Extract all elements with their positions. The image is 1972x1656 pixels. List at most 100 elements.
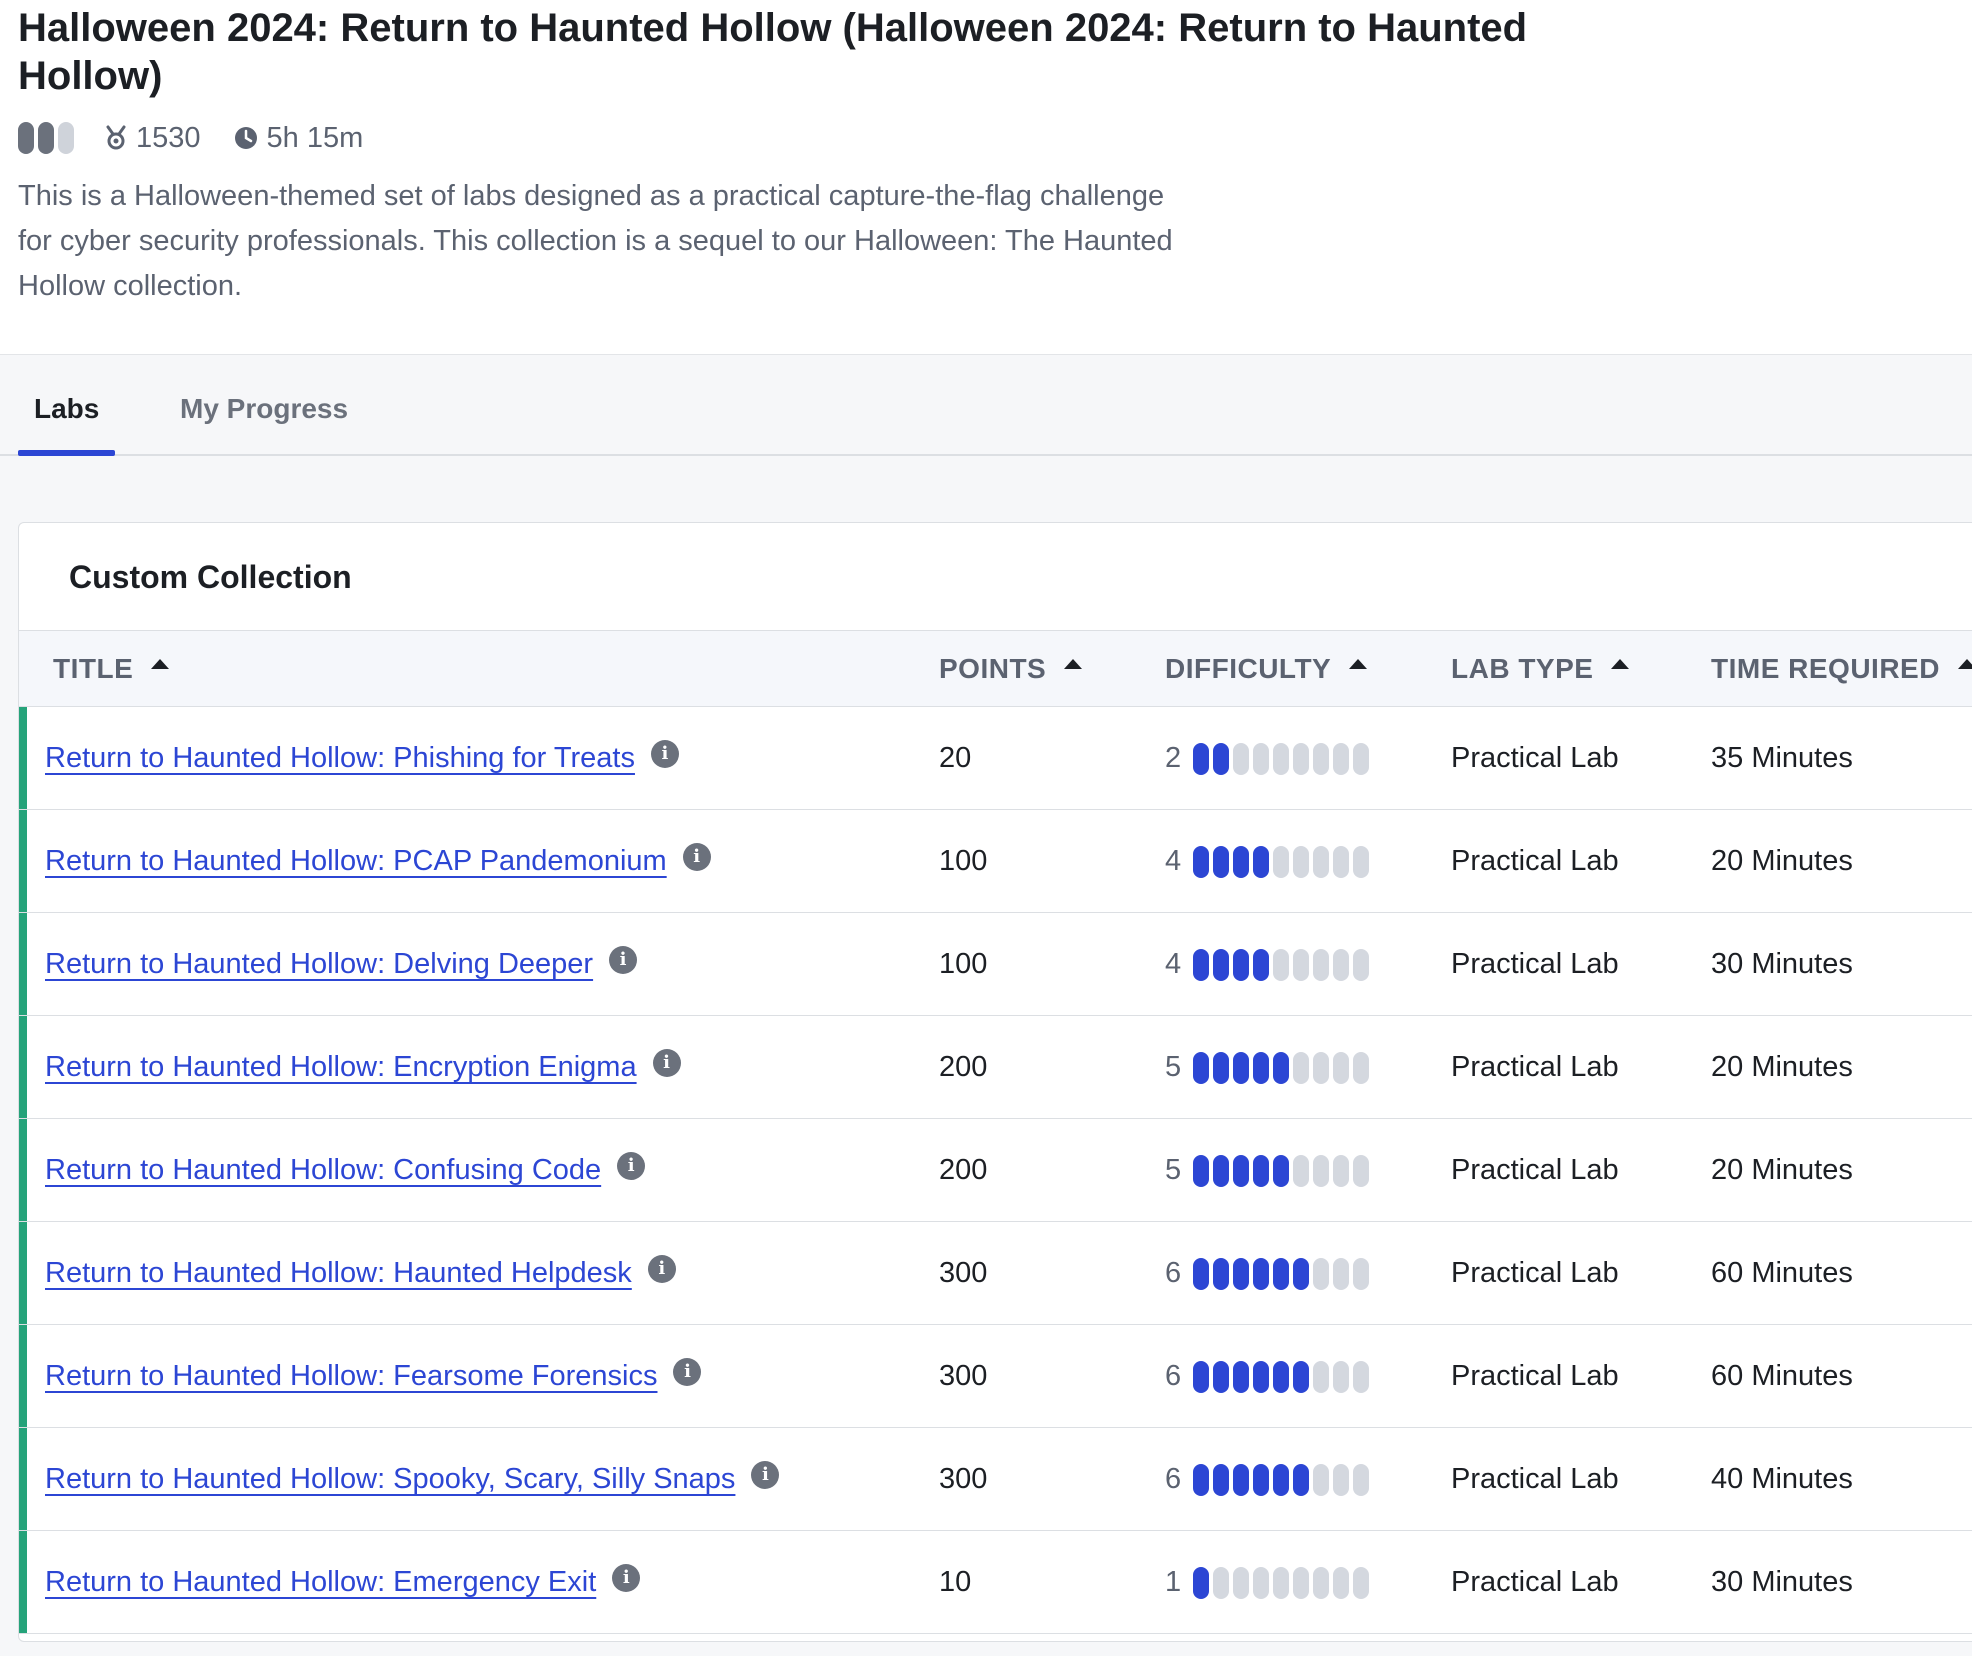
lab-type-cell: Practical Lab: [1451, 1257, 1619, 1289]
lab-title-link[interactable]: Return to Haunted Hollow: PCAP Pandemoni…: [45, 845, 667, 878]
time-cell: 20 Minutes: [1711, 845, 1853, 877]
difficulty-pill: [38, 122, 54, 154]
difficulty-value: 1: [1165, 1566, 1182, 1598]
info-icon[interactable]: i: [612, 1563, 641, 1592]
lab-title-link[interactable]: Return to Haunted Hollow: Haunted Helpde…: [45, 1257, 632, 1290]
difficulty-bars: [1193, 1257, 1369, 1290]
difficulty-segment: [1313, 845, 1329, 878]
difficulty-bars: [1193, 1566, 1369, 1599]
difficulty-cell: 1: [1165, 1531, 1369, 1634]
difficulty-value: 4: [1165, 948, 1182, 980]
lab-type-cell: Practical Lab: [1451, 1154, 1619, 1186]
difficulty-cell: 6: [1165, 1428, 1369, 1531]
difficulty-segment: [1233, 1051, 1249, 1084]
difficulty-cell: 6: [1165, 1325, 1369, 1428]
duration-total: 5h 15m: [266, 121, 364, 154]
difficulty-segment: [1333, 742, 1349, 775]
sort-caret-icon: [1349, 659, 1368, 669]
difficulty-segment: [1353, 948, 1369, 981]
tab-my-progress[interactable]: My Progress: [164, 384, 364, 454]
sort-points-header[interactable]: POINTS: [939, 631, 1083, 707]
difficulty-bars: [1193, 845, 1369, 878]
difficulty-segment: [1253, 948, 1269, 981]
difficulty-segment: [1313, 948, 1329, 981]
difficulty-segment: [1213, 1463, 1229, 1496]
sort-title-header[interactable]: TITLE: [53, 631, 170, 707]
sort-difficulty-header[interactable]: DIFFICULTY: [1165, 631, 1368, 707]
points-cell: 300: [939, 1463, 988, 1495]
info-icon[interactable]: i: [617, 1151, 646, 1180]
difficulty-segment: [1213, 845, 1229, 878]
lab-title-link[interactable]: Return to Haunted Hollow: Confusing Code: [45, 1154, 601, 1187]
difficulty-segment: [1273, 1257, 1289, 1290]
lab-title-link[interactable]: Return to Haunted Hollow: Encryption Eni…: [45, 1051, 637, 1084]
difficulty-segment: [1253, 1566, 1269, 1599]
lab-title-link[interactable]: Return to Haunted Hollow: Fearsome Foren…: [45, 1360, 657, 1393]
difficulty-segment: [1333, 948, 1349, 981]
difficulty-segment: [1253, 1360, 1269, 1393]
points-cell: 10: [939, 1566, 972, 1598]
difficulty-segment: [1293, 1360, 1309, 1393]
points-cell: 100: [939, 948, 988, 980]
lab-type-cell: Practical Lab: [1451, 1566, 1619, 1598]
difficulty-bars: [1193, 1154, 1369, 1187]
difficulty-cell: 4: [1165, 913, 1369, 1016]
difficulty-segment: [1273, 1154, 1289, 1187]
table-header: TITLE POINTS DIFFICULTY LAB TYPE TIME RE…: [19, 631, 1972, 707]
difficulty-segment: [1333, 1463, 1349, 1496]
points-total: 1530: [136, 121, 201, 154]
difficulty-segment: [1353, 742, 1369, 775]
difficulty-value: 5: [1165, 1051, 1182, 1083]
time-cell: 20 Minutes: [1711, 1051, 1853, 1083]
info-icon[interactable]: i: [650, 739, 679, 768]
lab-type-cell: Practical Lab: [1451, 1463, 1619, 1495]
title-cell: Return to Haunted Hollow: Fearsome Foren…: [45, 1325, 702, 1428]
medal-icon: [106, 125, 126, 150]
difficulty-segment: [1273, 1566, 1289, 1599]
difficulty-segment: [1273, 1463, 1289, 1496]
lab-table-body: Return to Haunted Hollow: Phishing for T…: [19, 707, 1972, 1634]
difficulty-segment: [1253, 1154, 1269, 1187]
info-icon[interactable]: i: [647, 1254, 676, 1283]
tab-labs[interactable]: Labs: [18, 384, 116, 456]
points-cell: 300: [939, 1360, 988, 1392]
info-icon[interactable]: i: [682, 842, 711, 871]
points-header-label: POINTS: [939, 653, 1047, 684]
difficulty-segment: [1293, 1566, 1309, 1599]
table-row: Return to Haunted Hollow: Emergency Exit…: [19, 1531, 1972, 1634]
lab-title-link[interactable]: Return to Haunted Hollow: Emergency Exit: [45, 1566, 596, 1599]
sort-lab-type-header[interactable]: LAB TYPE: [1451, 631, 1630, 707]
difficulty-segment: [1233, 1566, 1249, 1599]
title-cell: Return to Haunted Hollow: Emergency Exit…: [45, 1531, 641, 1634]
difficulty-value: 6: [1165, 1360, 1182, 1392]
difficulty-segment: [1193, 1154, 1209, 1187]
sort-caret-icon: [151, 659, 170, 669]
difficulty-segment: [1193, 845, 1209, 878]
info-icon[interactable]: i: [652, 1048, 681, 1077]
sort-caret-icon: [1611, 659, 1630, 669]
difficulty-segment: [1213, 1360, 1229, 1393]
info-icon[interactable]: i: [609, 945, 638, 974]
info-icon[interactable]: i: [673, 1357, 702, 1386]
difficulty-value: 2: [1165, 742, 1182, 774]
difficulty-segment: [1213, 948, 1229, 981]
difficulty-segment: [1213, 1257, 1229, 1290]
lab-type-cell: Practical Lab: [1451, 1360, 1619, 1392]
lab-title-link[interactable]: Return to Haunted Hollow: Spooky, Scary,…: [45, 1463, 735, 1496]
lab-title-link[interactable]: Return to Haunted Hollow: Phishing for T…: [45, 742, 635, 775]
difficulty-segment: [1253, 742, 1269, 775]
table-row: Return to Haunted Hollow: Phishing for T…: [19, 707, 1972, 810]
difficulty-segment: [1293, 1154, 1309, 1187]
sort-time-header[interactable]: TIME REQUIRED: [1711, 631, 1972, 707]
info-icon[interactable]: i: [751, 1460, 780, 1489]
lab-type-cell: Practical Lab: [1451, 845, 1619, 877]
lab-title-link[interactable]: Return to Haunted Hollow: Delving Deeper: [45, 948, 593, 981]
difficulty-segment: [1233, 742, 1249, 775]
difficulty-cell: 5: [1165, 1119, 1369, 1222]
table-row: Return to Haunted Hollow: Encryption Eni…: [19, 1016, 1972, 1119]
lab-type-header-label: LAB TYPE: [1451, 653, 1594, 684]
sort-caret-icon: [1064, 659, 1083, 669]
difficulty-segment: [1333, 1566, 1349, 1599]
difficulty-value: 4: [1165, 845, 1182, 877]
table-row: Return to Haunted Hollow: Confusing Code…: [19, 1119, 1972, 1222]
